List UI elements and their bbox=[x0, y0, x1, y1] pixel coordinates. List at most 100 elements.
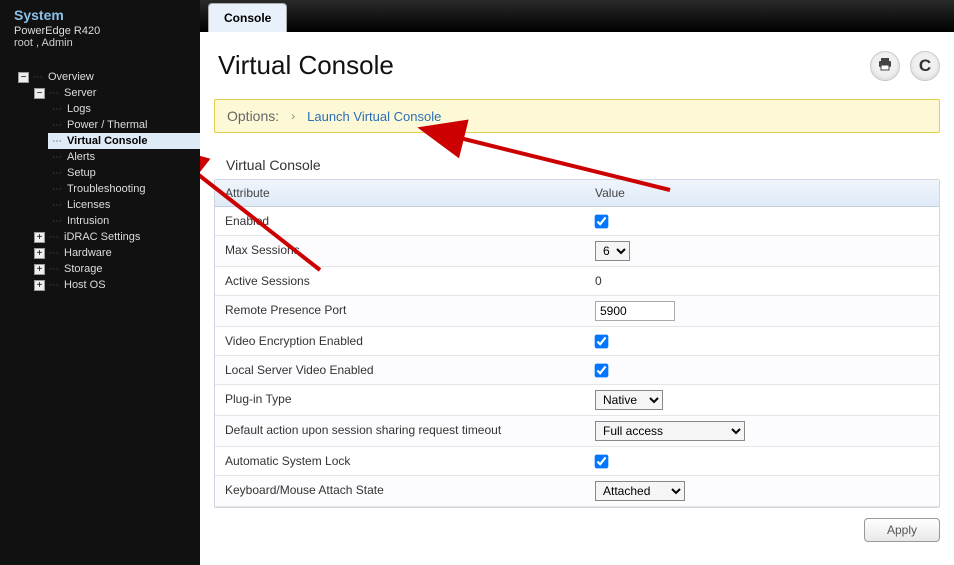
tree-label: Troubleshooting bbox=[67, 183, 145, 195]
sidebar: System PowerEdge R420 root , Admin − ⋯ O… bbox=[0, 0, 200, 565]
tree-label: Host OS bbox=[64, 279, 106, 291]
sidebar-title-link[interactable]: System bbox=[14, 7, 190, 23]
tab-console[interactable]: Console bbox=[208, 3, 287, 32]
tree-label: Server bbox=[64, 87, 96, 99]
tree-item-idrac-settings[interactable]: + ⋯ iDRAC Settings bbox=[30, 229, 200, 245]
row-local-server-video: Local Server Video Enabled bbox=[215, 356, 939, 385]
refresh-icon: C bbox=[919, 56, 931, 76]
sidebar-header: System PowerEdge R420 root , Admin bbox=[0, 0, 200, 57]
tree-dots: ⋯ bbox=[49, 248, 60, 259]
tree-label: Overview bbox=[48, 71, 94, 83]
row-label: Local Server Video Enabled bbox=[215, 356, 585, 384]
header-attribute: Attribute bbox=[215, 180, 585, 206]
tree-item-virtual-console[interactable]: ⋯Virtual Console bbox=[48, 133, 200, 149]
tree-item-setup[interactable]: ⋯ Setup bbox=[48, 165, 200, 181]
active-sessions-value: 0 bbox=[595, 274, 602, 288]
plugin-type-select[interactable]: NativeJavaHTML5 bbox=[595, 390, 663, 410]
nav-tree: − ⋯ Overview − ⋯ Server ⋯ Logs ⋯ Power / T… bbox=[0, 69, 200, 293]
tree-label: Logs bbox=[67, 103, 91, 115]
tree-item-licenses[interactable]: ⋯ Licenses bbox=[48, 197, 200, 213]
header-value: Value bbox=[585, 180, 939, 206]
max-sessions-select[interactable]: 123456 bbox=[595, 241, 630, 261]
timeout-action-select[interactable]: Full accessRead onlyDeny access bbox=[595, 421, 745, 441]
row-active-sessions: Active Sessions 0 bbox=[215, 267, 939, 296]
row-label: Video Encryption Enabled bbox=[215, 327, 585, 355]
tree-item-overview[interactable]: − ⋯ Overview bbox=[14, 69, 200, 85]
expand-icon[interactable]: + bbox=[34, 232, 45, 243]
tree-dots: ⋯ bbox=[49, 280, 60, 291]
tree-label: Intrusion bbox=[67, 215, 109, 227]
tree-item-troubleshooting[interactable]: ⋯ Troubleshooting bbox=[48, 181, 200, 197]
tree-label: Virtual Console bbox=[67, 135, 147, 147]
tree-dots: ⋯ bbox=[52, 152, 63, 163]
launch-virtual-console-link[interactable]: Launch Virtual Console bbox=[307, 109, 441, 124]
row-kbm-attach: Keyboard/Mouse Attach State AttachedDeta… bbox=[215, 476, 939, 507]
tree-item-logs[interactable]: ⋯ Logs bbox=[48, 101, 200, 117]
settings-table: Attribute Value Enabled Max Sessions 123… bbox=[214, 179, 940, 508]
tree-dots: ⋯ bbox=[33, 72, 44, 83]
tree-dots: ⋯ bbox=[52, 200, 63, 211]
tree-dots: ⋯ bbox=[49, 232, 60, 243]
row-remote-port: Remote Presence Port bbox=[215, 296, 939, 327]
tree-label: iDRAC Settings bbox=[64, 231, 140, 243]
tree-dots: ⋯ bbox=[52, 104, 63, 115]
row-plugin-type: Plug-in Type NativeJavaHTML5 bbox=[215, 385, 939, 416]
row-label: Plug-in Type bbox=[215, 385, 585, 415]
auto-lock-checkbox[interactable] bbox=[595, 454, 609, 468]
tree-item-host-os[interactable]: + ⋯ Host OS bbox=[30, 277, 200, 293]
row-label: Enabled bbox=[215, 207, 585, 235]
kbm-attach-select[interactable]: AttachedDetachedAuto-attach bbox=[595, 481, 685, 501]
tree-label: Hardware bbox=[64, 247, 112, 259]
tree-label: Setup bbox=[67, 167, 96, 179]
main-content: Console Virtual Console C Options: bbox=[200, 0, 954, 565]
tree-item-hardware[interactable]: + ⋯ Hardware bbox=[30, 245, 200, 261]
apply-button[interactable]: Apply bbox=[864, 518, 940, 542]
tree-dots: ⋯ bbox=[49, 264, 60, 275]
tree-dots: ⋯ bbox=[52, 120, 63, 131]
tab-bar: Console bbox=[200, 0, 954, 32]
row-max-sessions: Max Sessions 123456 bbox=[215, 236, 939, 267]
tree-item-storage[interactable]: + ⋯ Storage bbox=[30, 261, 200, 277]
enabled-checkbox[interactable] bbox=[595, 214, 609, 228]
tree-item-intrusion[interactable]: ⋯ Intrusion bbox=[48, 213, 200, 229]
local-video-checkbox[interactable] bbox=[595, 363, 609, 377]
remote-port-input[interactable] bbox=[595, 301, 675, 321]
tree-item-power-thermal[interactable]: ⋯ Power / Thermal bbox=[48, 117, 200, 133]
sidebar-user: root , Admin bbox=[14, 37, 190, 49]
table-header: Attribute Value bbox=[215, 180, 939, 207]
expand-icon[interactable]: + bbox=[34, 280, 45, 291]
expand-icon[interactable]: + bbox=[34, 248, 45, 259]
expand-icon[interactable]: + bbox=[34, 264, 45, 275]
row-label: Remote Presence Port bbox=[215, 296, 585, 326]
options-bar: Options: › Launch Virtual Console bbox=[214, 99, 940, 133]
video-encryption-checkbox[interactable] bbox=[595, 334, 609, 348]
tree-label: Licenses bbox=[67, 199, 110, 211]
row-label: Default action upon session sharing requ… bbox=[215, 416, 585, 446]
tree-label: Storage bbox=[64, 263, 103, 275]
section-title: Virtual Console bbox=[226, 157, 938, 173]
row-label: Active Sessions bbox=[215, 267, 585, 295]
row-video-encryption: Video Encryption Enabled bbox=[215, 327, 939, 356]
collapse-icon[interactable]: − bbox=[18, 72, 29, 83]
tree-dots: ⋯ bbox=[52, 168, 63, 179]
refresh-button[interactable]: C bbox=[910, 51, 940, 81]
tree-dots: ⋯ bbox=[49, 88, 60, 99]
caret-right-icon: › bbox=[291, 109, 295, 123]
tree-label: Power / Thermal bbox=[67, 119, 148, 131]
page-title: Virtual Console bbox=[218, 50, 394, 81]
print-button[interactable] bbox=[870, 51, 900, 81]
tree-dots: ⋯ bbox=[52, 184, 63, 195]
tree-item-alerts[interactable]: ⋯Alerts bbox=[48, 149, 200, 165]
collapse-icon[interactable]: − bbox=[34, 88, 45, 99]
print-icon bbox=[877, 57, 893, 75]
row-label: Max Sessions bbox=[215, 236, 585, 266]
tree-dots: ⋯ bbox=[52, 216, 63, 227]
row-label: Automatic System Lock bbox=[215, 447, 585, 475]
row-enabled: Enabled bbox=[215, 207, 939, 236]
row-session-timeout-action: Default action upon session sharing requ… bbox=[215, 416, 939, 447]
row-label: Keyboard/Mouse Attach State bbox=[215, 476, 585, 506]
options-label: Options: bbox=[227, 108, 279, 124]
tree-item-server[interactable]: − ⋯ Server bbox=[30, 85, 200, 101]
row-automatic-lock: Automatic System Lock bbox=[215, 447, 939, 476]
sidebar-model: PowerEdge R420 bbox=[14, 25, 190, 37]
